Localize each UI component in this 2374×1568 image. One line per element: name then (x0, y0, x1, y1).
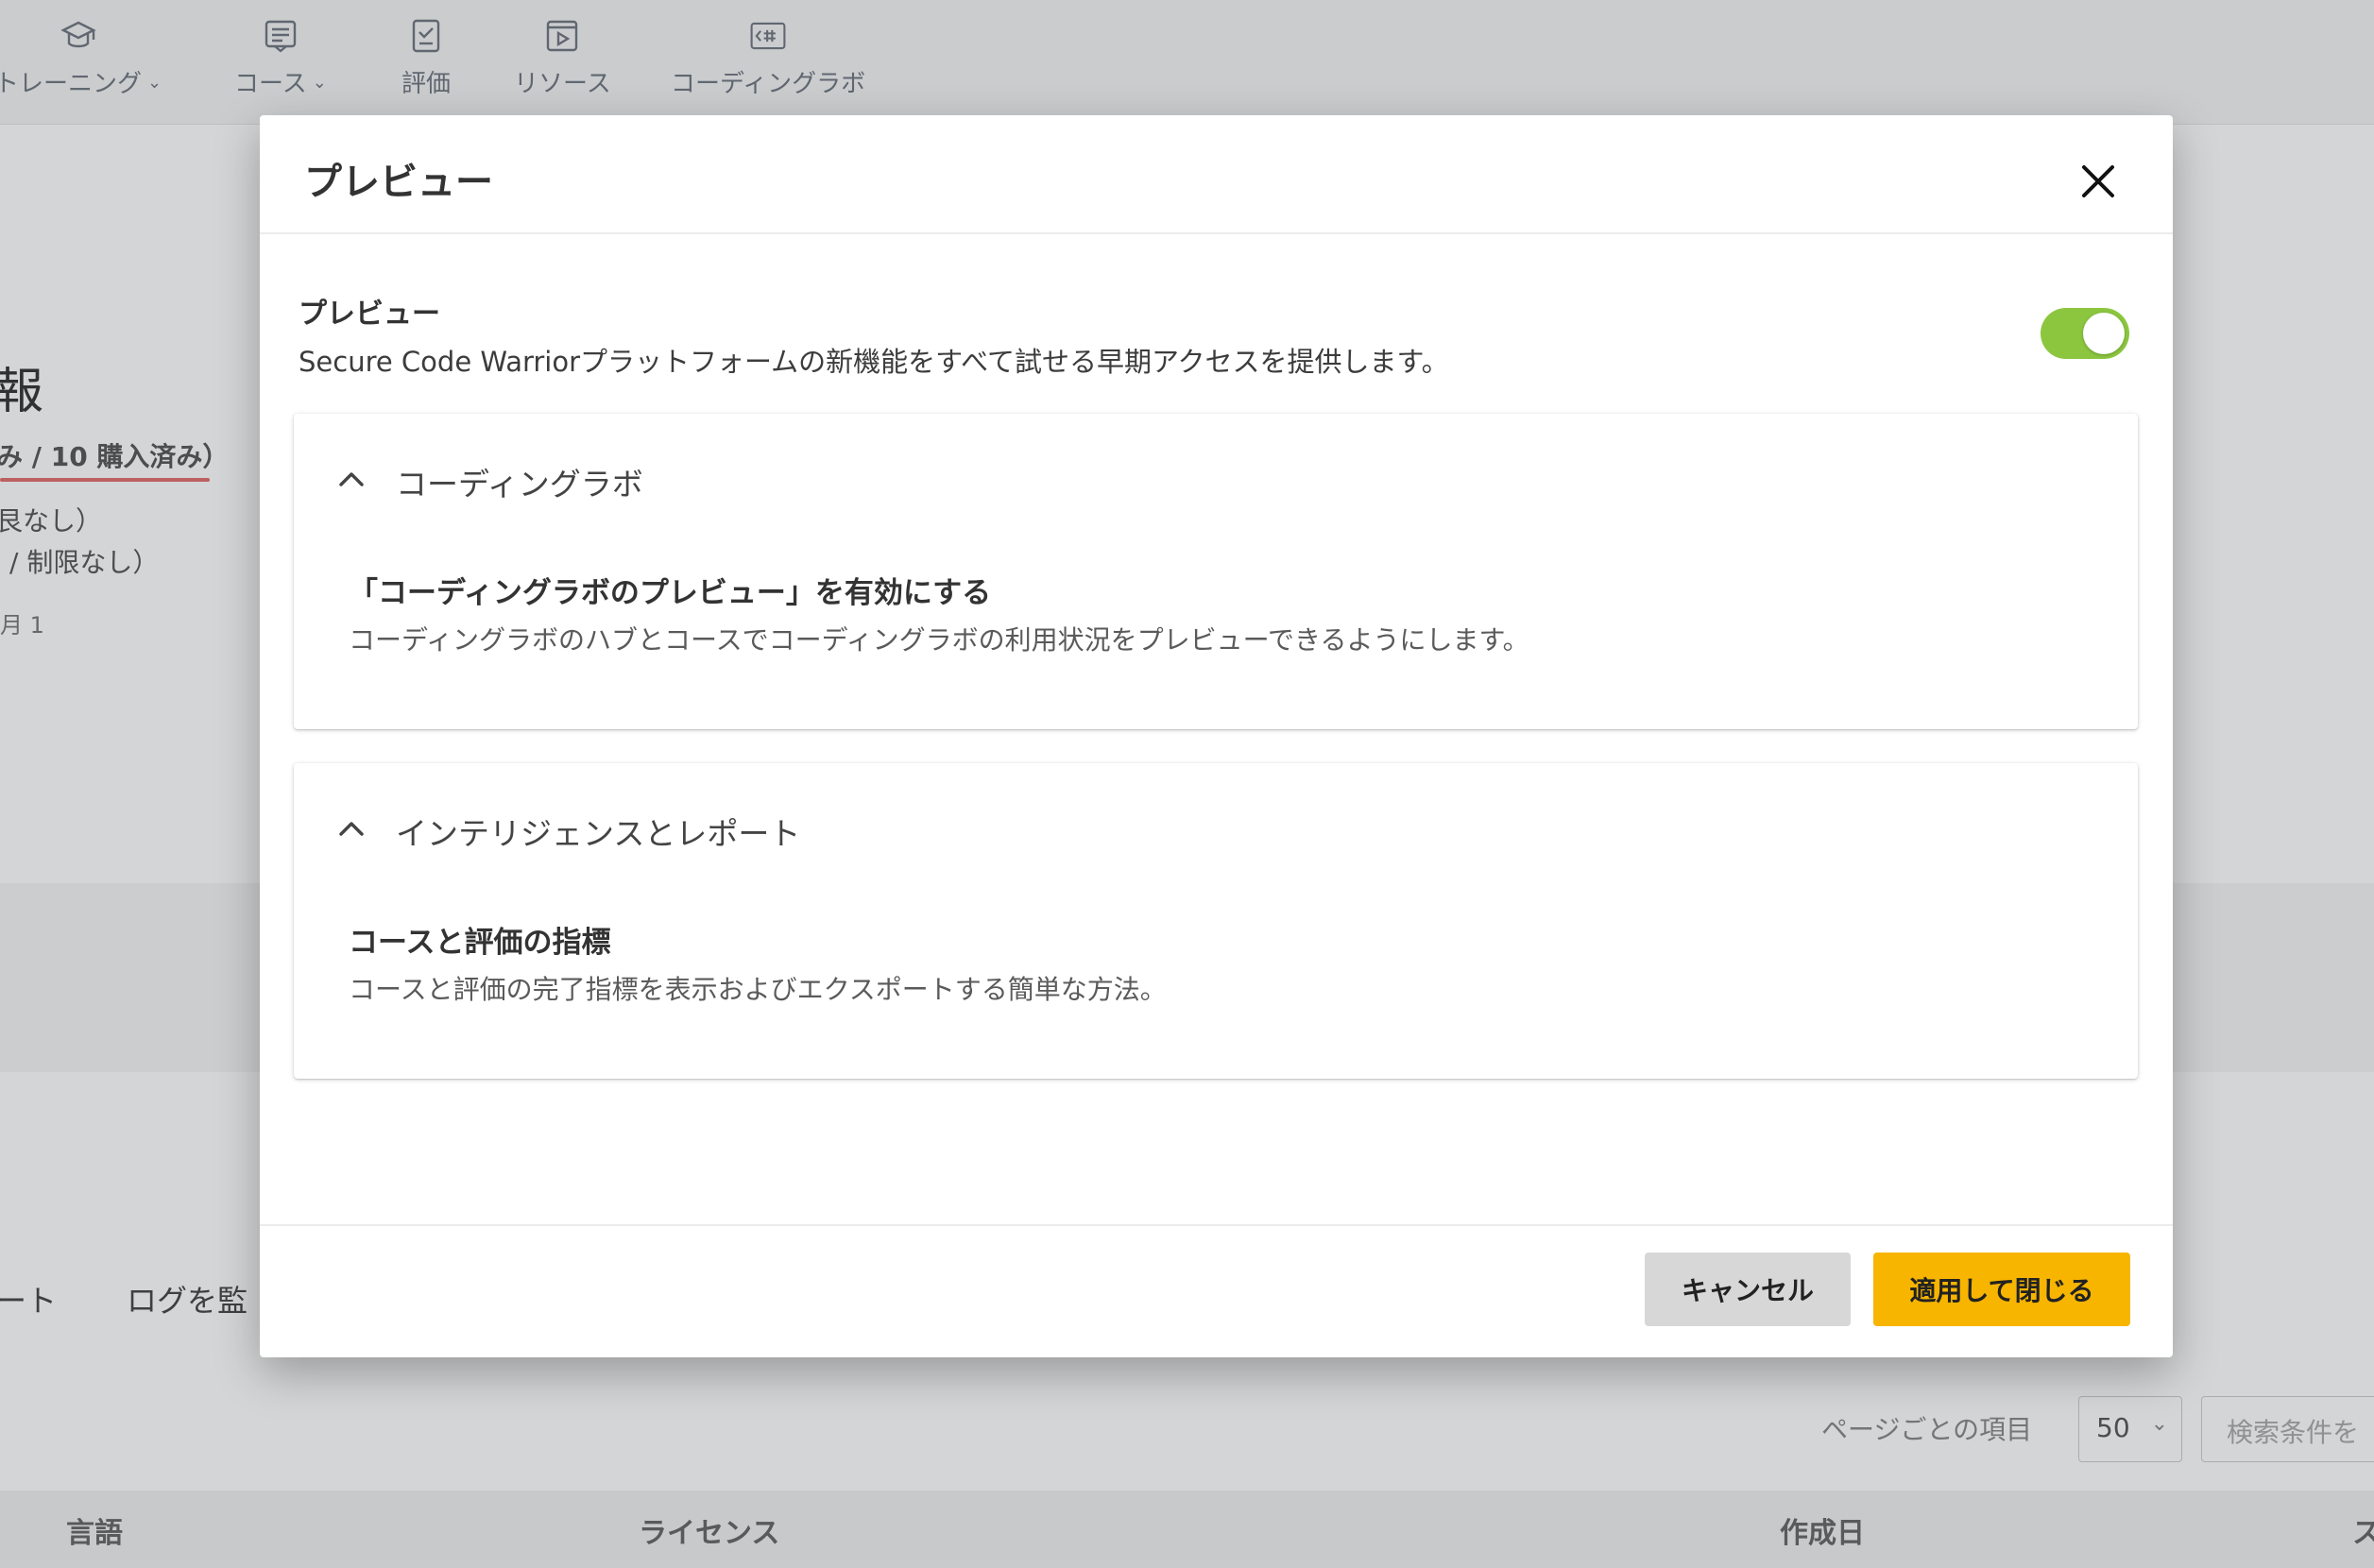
panel-coding-lab: コーディングラボ 「コーディングラボのプレビュー」を有効にする コーディングラボ… (294, 414, 2138, 729)
panel-header-intelligence-reports[interactable]: インテリジェンスとレポート (294, 763, 2138, 895)
close-button[interactable] (2072, 155, 2125, 208)
apply-and-close-button[interactable]: 適用して閉じる (1873, 1253, 2130, 1326)
chevron-up-icon (335, 812, 367, 844)
feature-description-coding-lab-preview: コーディングラボのハブとコースでコーディングラボの利用状況をプレビューできるよう… (349, 624, 1529, 656)
panel-intelligence-reports: インテリジェンスとレポート コースと評価の指標 コースと評価の完了指標を表示およ… (294, 763, 2138, 1079)
preview-toggle[interactable] (2041, 308, 2129, 359)
modal-header: プレビュー (260, 115, 2173, 234)
close-icon (2082, 165, 2114, 197)
cancel-button[interactable]: キャンセル (1645, 1253, 1851, 1326)
panel-title-intelligence-reports: インテリジェンスとレポート (396, 815, 801, 852)
feature-description-course-metrics: コースと評価の完了指標を表示およびエクスポートする簡単な方法。 (349, 974, 1167, 1005)
preview-setting-description: Secure Code Warriorプラットフォームの新機能をすべて試せる早期… (299, 346, 1449, 378)
modal-title: プレビュー (304, 161, 493, 204)
panel-title-coding-lab: コーディングラボ (396, 466, 643, 503)
toggle-knob (2083, 313, 2125, 354)
feature-name-course-metrics: コースと評価の指標 (349, 926, 611, 960)
chevron-up-icon (335, 463, 367, 495)
preview-modal: プレビュー プレビュー Secure Code Warriorプラットフォームの… (260, 115, 2173, 1357)
feature-name-coding-lab-preview: 「コーディングラボのプレビュー」を有効にする (349, 576, 992, 610)
panel-header-coding-lab[interactable]: コーディングラボ (294, 414, 2138, 546)
preview-setting-name: プレビュー (299, 298, 440, 331)
